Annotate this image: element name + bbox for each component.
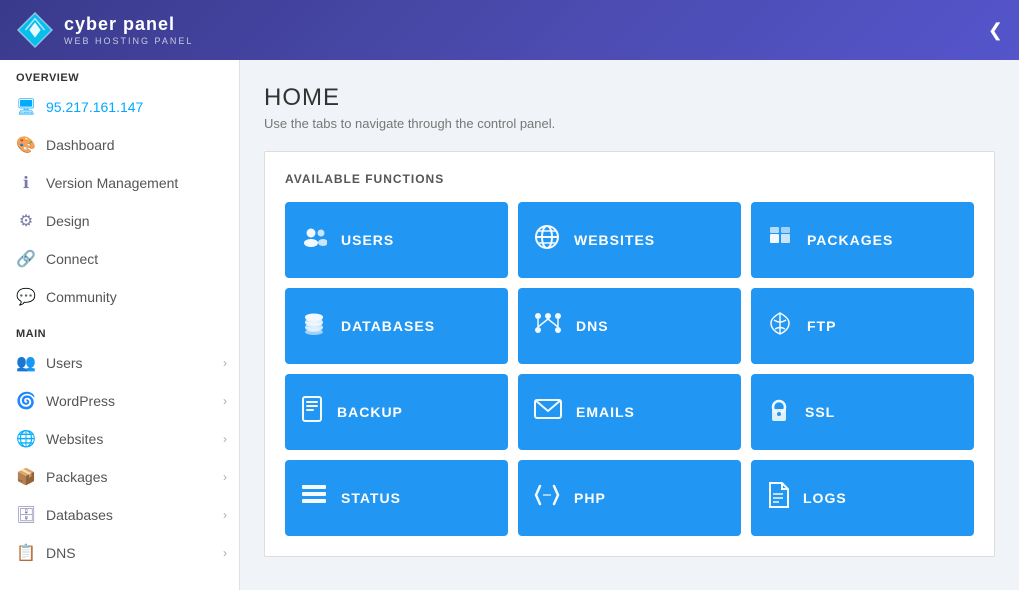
status-func-label: STATUS [341,490,401,506]
chevron-right-icon: › [223,470,227,484]
backup-func-icon [301,396,323,428]
sidebar-item-dns[interactable]: 📋 DNS › [0,534,239,572]
ssl-func-icon [767,396,791,428]
logs-func-label: LOGS [803,490,847,506]
websites-button[interactable]: WEBSITES [518,202,741,278]
sidebar-item-label: Version Management [46,175,178,191]
packages-func-label: PACKAGES [807,232,893,248]
sidebar-item-wordpress[interactable]: 🌀 WordPress › [0,382,239,420]
php-func-icon [534,484,560,512]
functions-grid: USERS WEBSITES [285,202,974,536]
main-content: HOME Use the tabs to navigate through th… [240,60,1019,590]
sidebar-item-users[interactable]: 👥 Users › [0,344,239,382]
dns-func-label: DNS [576,318,609,334]
packages-icon: 📦 [16,467,36,487]
logo-text: cyber panel WEB HOSTING PANEL [64,14,193,46]
ftp-button[interactable]: FTP [751,288,974,364]
community-icon: 💬 [16,287,36,307]
header: cyber panel WEB HOSTING PANEL ❮ [0,0,1019,60]
layout: OVERVIEW 🖥 95.217.161.147 🎨 Dashboard ℹ … [0,60,1019,590]
php-func-label: PHP [574,490,606,506]
sidebar: OVERVIEW 🖥 95.217.161.147 🎨 Dashboard ℹ … [0,60,240,590]
main-section-label: MAIN [0,316,239,344]
packages-func-icon [767,224,793,256]
sidebar-item-label: WordPress [46,393,115,409]
php-button[interactable]: PHP [518,460,741,536]
sidebar-item-label: Community [46,289,117,305]
overview-section-label: OVERVIEW [0,60,239,88]
sidebar-item-label: Design [46,213,90,229]
sidebar-toggle-button[interactable]: ❮ [988,20,1003,41]
emails-button[interactable]: EMAILS [518,374,741,450]
users-func-label: USERS [341,232,394,248]
sidebar-item-databases[interactable]: 🗄 Databases › [0,496,239,534]
chevron-right-icon: › [223,546,227,560]
ftp-func-icon [767,310,793,342]
dns-icon: 📋 [16,543,36,563]
sidebar-item-websites[interactable]: 🌐 Websites › [0,420,239,458]
page-title: HOME [264,84,995,112]
sidebar-item-design[interactable]: ⚙ Design [0,202,239,240]
users-icon: 👥 [16,353,36,373]
packages-button[interactable]: PACKAGES [751,202,974,278]
sidebar-item-packages[interactable]: 📦 Packages › [0,458,239,496]
gear-icon: ⚙ [16,211,36,231]
sidebar-item-label: Websites [46,431,103,447]
logo: cyber panel WEB HOSTING PANEL [16,11,193,49]
sidebar-item-ip[interactable]: 🖥 95.217.161.147 [0,88,239,126]
databases-button[interactable]: DATABASES [285,288,508,364]
wordpress-icon: 🌀 [16,391,36,411]
dns-func-icon [534,312,562,340]
emails-func-icon [534,398,562,426]
sidebar-item-label: Users [46,355,83,371]
logo-icon [16,11,54,49]
ssl-func-label: SSL [805,404,835,420]
page-subtitle: Use the tabs to navigate through the con… [264,116,995,131]
logo-subtitle: WEB HOSTING PANEL [64,36,193,46]
dashboard-icon: 🎨 [16,135,36,155]
chevron-right-icon: › [223,394,227,408]
status-button[interactable]: STATUS [285,460,508,536]
functions-label: AVAILABLE FUNCTIONS [285,172,974,186]
ip-address: 95.217.161.147 [46,99,143,115]
ssl-button[interactable]: SSL [751,374,974,450]
logo-title: cyber panel [64,14,193,36]
sidebar-item-connect[interactable]: 🔗 Connect [0,240,239,278]
users-button[interactable]: USERS [285,202,508,278]
status-func-icon [301,484,327,512]
chevron-right-icon: › [223,432,227,446]
backup-button[interactable]: BACKUP [285,374,508,450]
sidebar-item-community[interactable]: 💬 Community [0,278,239,316]
websites-icon: 🌐 [16,429,36,449]
databases-func-label: DATABASES [341,318,435,334]
info-icon: ℹ [16,173,36,193]
sidebar-item-version-management[interactable]: ℹ Version Management [0,164,239,202]
databases-func-icon [301,310,327,342]
functions-container: AVAILABLE FUNCTIONS USERS [264,151,995,557]
sidebar-item-dashboard[interactable]: 🎨 Dashboard [0,126,239,164]
emails-func-label: EMAILS [576,404,635,420]
backup-func-label: BACKUP [337,404,403,420]
sidebar-item-label: Connect [46,251,98,267]
logs-button[interactable]: LOGS [751,460,974,536]
sidebar-item-label: Dashboard [46,137,115,153]
sidebar-item-label: DNS [46,545,76,561]
monitor-icon: 🖥 [16,97,36,117]
websites-func-label: WEBSITES [574,232,655,248]
dns-button[interactable]: DNS [518,288,741,364]
logs-func-icon [767,482,789,514]
chevron-right-icon: › [223,508,227,522]
databases-icon: 🗄 [16,505,36,525]
sidebar-item-label: Packages [46,469,107,485]
connect-icon: 🔗 [16,249,36,269]
users-func-icon [301,226,327,254]
ftp-func-label: FTP [807,318,836,334]
websites-func-icon [534,224,560,256]
sidebar-item-label: Databases [46,507,113,523]
chevron-right-icon: › [223,356,227,370]
